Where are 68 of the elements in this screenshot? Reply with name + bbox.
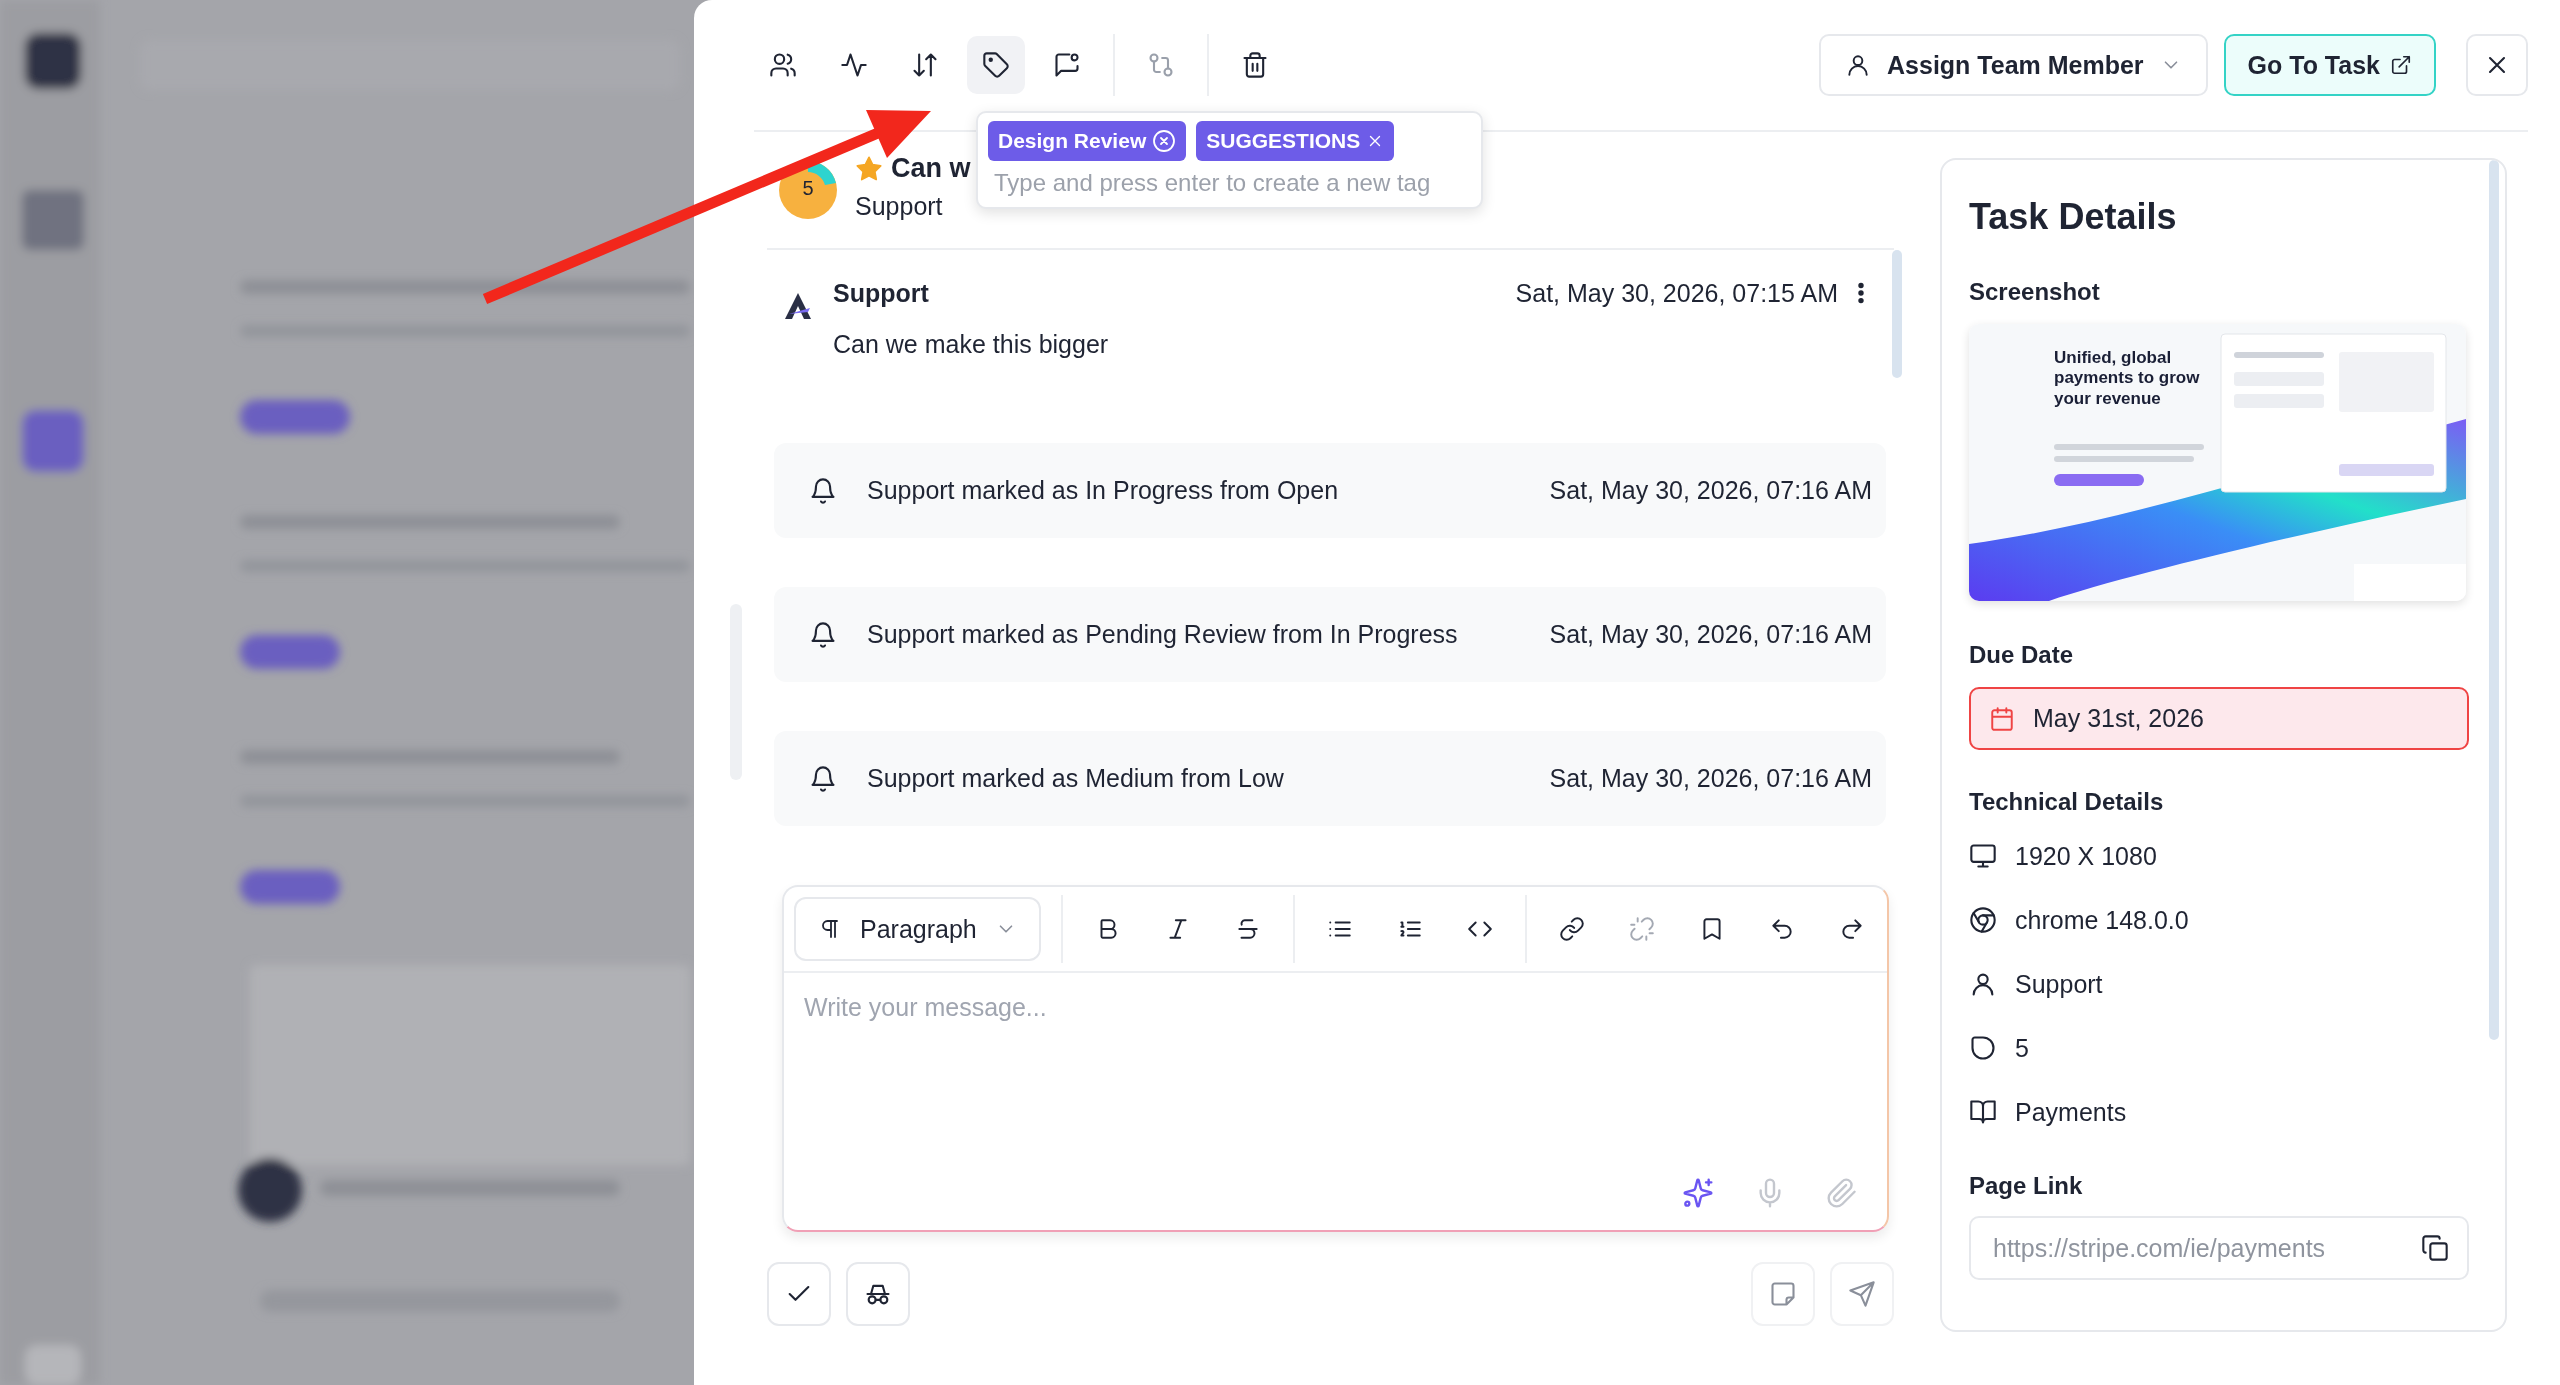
go-to-task-button[interactable]: Go To Task <box>2223 34 2436 96</box>
section-label: Technical Details <box>1969 788 2165 816</box>
bell-icon <box>809 620 837 649</box>
screen-resolution: 1920 X 1080 <box>2015 841 2157 871</box>
comment-text: Can we make this bigger <box>833 330 1110 359</box>
tag-icon <box>982 51 1010 79</box>
external-link-icon <box>2390 54 2412 76</box>
copy-icon[interactable] <box>2421 1234 2449 1262</box>
scrollbar[interactable] <box>2489 160 2499 1040</box>
calendar-icon <box>1989 705 2015 732</box>
activity-time: Sat, May 30, 2026, 07:16 AM <box>1549 476 1872 505</box>
comment-time: Sat, May 30, 2026, 07:15 AM <box>1515 278 1838 308</box>
person-icon <box>1845 52 1871 78</box>
tag-chip[interactable]: SUGGESTIONS <box>1196 121 1395 161</box>
task-author: Support <box>855 192 944 221</box>
shield-icon <box>1969 1034 1997 1062</box>
section-label: Due Date <box>1969 641 2075 669</box>
activity-time: Sat, May 30, 2026, 07:16 AM <box>1549 764 1872 793</box>
tag-button[interactable] <box>967 36 1025 94</box>
screenshot-headline: Unified, global payments to grow your revenue <box>2054 348 2201 410</box>
section-label: Page Link <box>1969 1172 2084 1200</box>
due-date-value: May 31st, 2026 <box>2033 704 2204 733</box>
tag-label: SUGGESTIONS <box>1206 129 1361 153</box>
send-icon <box>1848 1280 1876 1308</box>
assign-team-member-button[interactable]: Assign Team Member <box>1819 34 2208 96</box>
paperclip-icon <box>1826 1177 1858 1209</box>
due-date-field[interactable]: May 31st, 2026 <box>1969 687 2469 750</box>
browser-version: chrome 148.0.0 <box>2015 905 2189 935</box>
scrollbar[interactable] <box>1892 250 1902 378</box>
browser-icon <box>1969 906 1997 934</box>
private-note-button[interactable] <box>846 1262 910 1326</box>
section-label: Screenshot <box>1969 278 2101 306</box>
reporter-name: Support <box>2015 969 2103 999</box>
tag-label: Design Review <box>998 129 1147 153</box>
activity-text: Support marked as In Progress from Open <box>867 476 1339 505</box>
card-title: Task Details <box>1969 196 2178 238</box>
task-title: Can w <box>891 153 971 184</box>
priority-avatar <box>779 161 837 219</box>
sparkles-icon <box>1682 1177 1714 1209</box>
screenshot-thumbnail[interactable]: Unified, global payments to grow your revenue <box>1969 324 2466 601</box>
comment-author: Support <box>833 278 929 308</box>
chat-bubble-icon <box>1053 51 1081 79</box>
note-icon <box>1769 1280 1797 1308</box>
priority-value: 5 <box>2015 1033 2029 1063</box>
remove-tag-icon[interactable] <box>1152 129 1177 153</box>
close-button[interactable] <box>2466 34 2528 96</box>
activity-text: Support marked as Medium from Low <box>867 764 1284 793</box>
bell-icon <box>809 764 837 793</box>
activity-text: Support marked as Pending Review from In Progress <box>867 620 1458 649</box>
activity-time: Sat, May 30, 2026, 07:16 AM <box>1549 620 1872 649</box>
star-icon[interactable] <box>855 154 883 183</box>
sort-arrows-icon <box>911 51 939 79</box>
pulse-icon <box>840 51 868 79</box>
people-icon <box>769 51 797 79</box>
book-icon <box>1969 1098 1997 1126</box>
project-name: Payments <box>2015 1097 2127 1127</box>
paragraph-dropdown[interactable]: Paragraph <box>794 897 1041 961</box>
link-icon <box>1558 916 1585 942</box>
compare-icon <box>1147 51 1175 79</box>
page-link-value: https://stripe.com/ie/payments <box>1993 1233 2326 1263</box>
logo-icon <box>783 292 813 320</box>
tag-chip[interactable]: Design Review <box>988 121 1187 161</box>
priority-number: 5 <box>801 177 815 200</box>
trash-icon <box>1241 51 1269 79</box>
message-editor-field[interactable]: Paragraph Write your message... <box>782 885 1889 1232</box>
bell-icon <box>809 476 837 505</box>
unlink-icon <box>1628 916 1655 942</box>
monitor-icon <box>1969 842 1997 870</box>
